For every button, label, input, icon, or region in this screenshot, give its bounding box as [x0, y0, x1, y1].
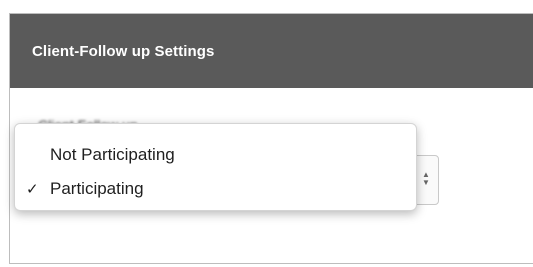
up-down-chevron-icon: ▲ ▼ [422, 170, 430, 187]
option-label: Participating [50, 179, 144, 198]
panel-header: Client-Follow up Settings [10, 14, 533, 88]
checkmark-icon: ✓ [26, 181, 39, 198]
page: Client-Follow up Settings Client Follow … [0, 0, 533, 267]
select-dropdown-menu: Not Participating ✓ Participating [14, 123, 417, 211]
option-not-participating[interactable]: Not Participating [15, 140, 416, 170]
option-participating[interactable]: ✓ Participating [15, 174, 416, 204]
option-label: Not Participating [50, 145, 175, 164]
panel-title: Client-Follow up Settings [32, 42, 215, 60]
